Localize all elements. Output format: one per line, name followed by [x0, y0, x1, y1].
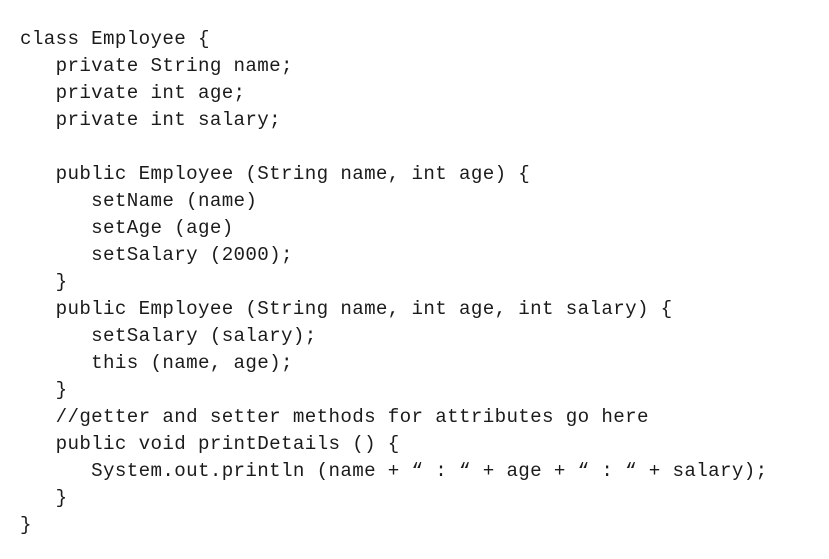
code-line: private String name; [20, 55, 293, 77]
code-line: class Employee { [20, 28, 210, 50]
code-line: public Employee (String name, int age) { [20, 163, 531, 185]
code-line: this (name, age); [20, 352, 293, 374]
code-listing: class Employee { private String name; pr… [0, 0, 829, 559]
code-line: private int salary; [20, 109, 282, 131]
code-line: //getter and setter methods for attribut… [20, 406, 649, 428]
code-line: setName (name) [20, 190, 258, 212]
code-line: } [20, 271, 68, 293]
code-line: setSalary (salary); [20, 325, 317, 347]
code-line: private int age; [20, 82, 246, 104]
code-line: setSalary (2000); [20, 244, 293, 266]
code-line: public void printDetails () { [20, 433, 400, 455]
code-line: } [20, 487, 68, 509]
code-line: } [20, 514, 32, 536]
code-line: System.out.println (name + “ : “ + age +… [20, 460, 768, 482]
code-line: setAge (age) [20, 217, 234, 239]
code-line: public Employee (String name, int age, i… [20, 298, 673, 320]
code-line: } [20, 379, 68, 401]
